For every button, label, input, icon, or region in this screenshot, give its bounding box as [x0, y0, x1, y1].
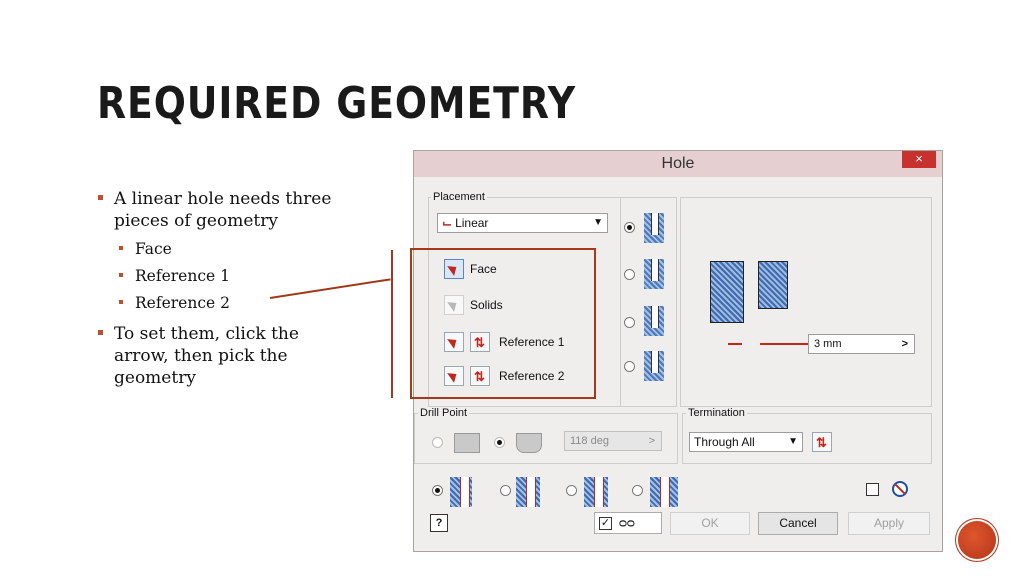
callout-bracket: [391, 250, 397, 398]
spotface-icon: [644, 306, 664, 336]
subbullet-face: Face: [97, 239, 347, 259]
termination-flip-button[interactable]: ⇅: [812, 432, 832, 452]
highlight-box: [410, 248, 596, 399]
subbullet-reference-2: Reference 2: [97, 293, 347, 313]
termination-legend: Termination: [686, 407, 747, 419]
chevron-right-icon: >: [901, 338, 908, 350]
drill-angle-field[interactable]: 118 deg >: [564, 431, 662, 451]
drill-point-legend: Drill Point: [418, 407, 470, 419]
angle-drill-radio[interactable]: [494, 437, 505, 448]
preview-toggle[interactable]: ✓ ᴑᴑ: [594, 512, 662, 534]
bullet-list: A linear hole needs three pieces of geom…: [97, 188, 347, 389]
simple-hole-icon: [644, 213, 664, 243]
counterbore-radio[interactable]: [624, 269, 635, 280]
angle-drill-icon: [516, 433, 542, 453]
taper-tapped-radio[interactable]: [632, 485, 643, 496]
simple-hole-radio[interactable]: [624, 222, 635, 233]
chevron-down-icon: ▼: [593, 217, 603, 228]
close-button[interactable]: ×: [902, 151, 936, 168]
placement-legend: Placement: [431, 191, 487, 203]
apply-button[interactable]: Apply: [848, 512, 930, 535]
placement-type-select[interactable]: ⌙ Linear ▼: [437, 213, 608, 233]
drilled-radio[interactable]: [432, 485, 443, 496]
counterbore-icon: [644, 259, 664, 289]
logo-badge: [958, 521, 996, 559]
countersink-icon: [644, 351, 664, 381]
chevron-right-icon: >: [648, 435, 655, 447]
clearance-radio[interactable]: [500, 485, 511, 496]
drilled-hole-icon: [450, 477, 472, 507]
flat-drill-radio[interactable]: [432, 437, 443, 448]
taper-tapped-hole-icon: [650, 477, 678, 507]
linear-placement-icon: ⌙: [442, 216, 453, 230]
hole-preview-left: [710, 261, 744, 323]
tapped-radio[interactable]: [566, 485, 577, 496]
flat-drill-icon: [454, 433, 480, 453]
cancel-button[interactable]: Cancel: [758, 512, 838, 535]
bullet-linear-hole: A linear hole needs three pieces of geom…: [97, 188, 347, 232]
countersink-radio[interactable]: [624, 361, 635, 372]
option-checkbox[interactable]: [866, 483, 879, 496]
subbullet-reference-1: Reference 1: [97, 266, 347, 286]
dimension-arrow-left: [728, 343, 742, 345]
help-icon[interactable]: ?: [430, 514, 448, 532]
clearance-hole-icon: [516, 477, 540, 507]
slide-title: REQUIRED GEOMETRY: [97, 78, 577, 129]
distance-field[interactable]: 3 mm >: [808, 334, 915, 354]
tapped-hole-icon: [584, 477, 608, 507]
spotface-radio[interactable]: [624, 317, 635, 328]
bullet-set-them: To set them, click the arrow, then pick …: [97, 323, 347, 389]
glasses-icon: ᴑᴑ: [619, 515, 635, 530]
dialog-title: Hole: [661, 155, 695, 172]
ok-button[interactable]: OK: [670, 512, 750, 535]
dimension-arrow-right: [760, 343, 808, 345]
placement-type-value: Linear: [455, 216, 489, 230]
termination-value: Through All: [694, 435, 755, 449]
hole-preview-right: [758, 261, 788, 309]
drill-angle-value: 118 deg: [570, 435, 609, 447]
distance-value: 3 mm: [814, 338, 842, 350]
termination-select[interactable]: Through All ▼: [689, 432, 803, 452]
preview-checkbox[interactable]: ✓: [599, 517, 612, 530]
chevron-down-icon: ▼: [788, 436, 798, 447]
no-symbol-icon[interactable]: [892, 481, 908, 497]
flip-arrow-icon: ⇅: [816, 435, 827, 450]
